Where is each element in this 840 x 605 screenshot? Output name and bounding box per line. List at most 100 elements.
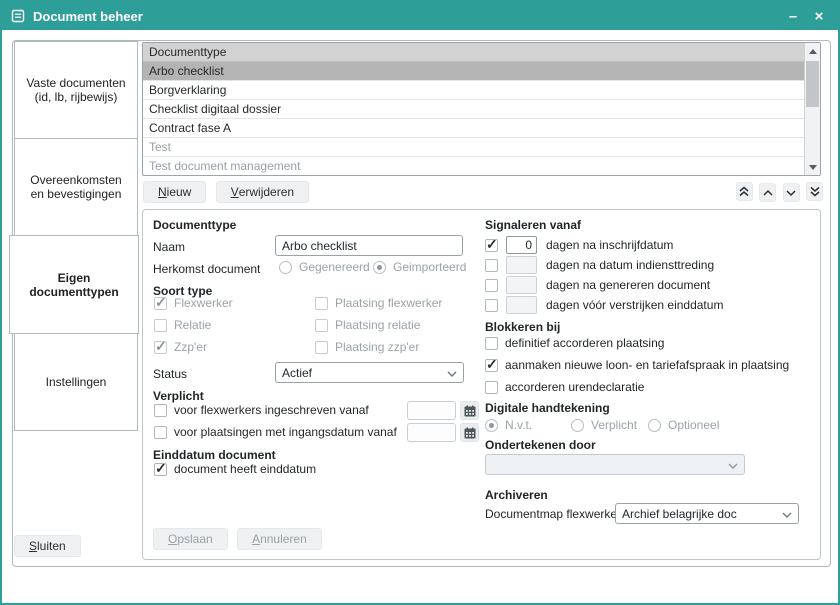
opslaan-button[interactable]: Opslaan [153,528,228,550]
annuleren-button[interactable]: Annuleren [237,528,322,550]
tab-label: Eigen documenttypen [18,271,130,299]
verwijderen-button[interactable]: Verwijderen [216,181,309,203]
scroll-up-icon[interactable] [805,44,820,58]
radio-verplicht[interactable]: Verplicht [571,418,637,432]
checkbox-box[interactable] [154,426,167,439]
checkbox-document-einddatum[interactable]: document heeft einddatum [154,462,316,476]
button-label: O [168,532,177,546]
sluiten-button[interactable]: Sluiten [14,535,81,557]
tab-vaste-documenten[interactable]: Vaste documenten (id, lb, rijbewijs) [14,41,138,139]
tab-overeenkomsten[interactable]: Overeenkomsten en bevestigingen [14,138,138,236]
checkbox-label: definitief accorderen plaatsing [505,336,664,350]
dagen-verstrijken-input[interactable] [506,296,537,314]
checkbox-box[interactable] [315,297,328,310]
date-plaatsingen-vanaf[interactable] [407,423,456,442]
list-item[interactable]: Test [143,138,820,157]
checkbox-box[interactable] [315,319,328,332]
signaleren-label: Signaleren vanaf [485,218,581,232]
move-bottom-button[interactable] [806,182,823,201]
move-top-button[interactable] [736,182,753,201]
checkbox-box[interactable] [154,297,167,310]
checkbox-aanmaken-loon-tariefafspraak[interactable]: aanmaken nieuwe loon- en tariefafspraak … [485,358,789,372]
checkbox-label: Relatie [174,318,211,332]
nieuw-button[interactable]: Nieuw [143,181,206,203]
radio-nvt[interactable]: N.v.t. [485,418,532,432]
radio-label: Geimporteerd [393,260,466,274]
radio-circle[interactable] [571,419,584,432]
radio-circle[interactable] [373,261,386,274]
tab-label: Overeenkomsten en bevestigingen [23,173,129,201]
checkbox-plaatsing-zzper[interactable]: Plaatsing zzp'er [315,340,419,354]
button-label: ieuw [167,185,192,199]
move-down-button[interactable] [783,183,800,202]
calendar-icon[interactable] [460,401,479,420]
list-header: Documenttype [143,43,820,62]
documentmap-select[interactable]: Archief belagrijke doc [615,503,799,524]
checkbox-flexwerker[interactable]: Flexwerker [154,296,233,310]
calendar-icon[interactable] [460,423,479,442]
checkbox-plaatsing-flexwerker[interactable]: Plaatsing flexwerker [315,296,442,310]
checkbox-verplicht-flexwerkers[interactable]: voor flexwerkers ingeschreven vanaf [154,403,369,417]
checkbox-box[interactable] [485,279,498,292]
checkbox-relatie[interactable]: Relatie [154,318,211,332]
button-label: A [252,532,260,546]
list-scrollbar[interactable] [804,43,820,175]
checkbox-plaatsing-relatie[interactable]: Plaatsing relatie [315,318,420,332]
row-label: dagen na inschrijfdatum [546,238,673,252]
checkbox-box[interactable] [315,341,328,354]
radio-geimporteerd[interactable]: Geimporteerd [373,260,466,274]
checkbox-box[interactable] [485,259,498,272]
button-label: nnuleren [260,532,307,546]
archiveren-label: Archiveren [485,488,548,502]
radio-gegenereerd[interactable]: Gegenereerd [279,260,370,274]
button-label: pslaan [177,532,212,546]
checkbox-box[interactable] [154,404,167,417]
ondertekenen-label: Ondertekenen door [485,438,596,452]
tab-eigen-documenttypen[interactable]: Eigen documenttypen [9,235,139,334]
checkbox-accorderen-urendeclaratie[interactable]: accorderen urendeclaratie [485,380,644,394]
list-item[interactable]: Contract fase A [143,119,820,138]
tab-label: Vaste documenten (id, lb, rijbewijs) [23,76,129,104]
tab-label: Instellingen [46,375,107,389]
button-label: erwijderen [239,185,294,199]
radio-optioneel[interactable]: Optioneel [648,418,719,432]
checkbox-label: Plaatsing relatie [335,318,420,332]
checkbox-box[interactable] [485,337,498,350]
checkbox-box[interactable] [154,463,167,476]
move-up-button[interactable] [759,183,776,202]
radio-circle[interactable] [648,419,661,432]
dagen-genereren-input[interactable] [506,276,537,294]
chevron-down-icon [728,458,738,472]
close-button[interactable]: × [806,4,832,28]
status-select[interactable]: Actief [275,362,464,383]
list-item[interactable]: Borgverklaring [143,81,820,100]
blokkeren-label: Blokkeren bij [485,320,560,334]
minimize-button[interactable]: – [780,4,806,28]
date-flexwerkers-vanaf[interactable] [407,401,456,420]
checkbox-box[interactable] [154,319,167,332]
checkbox-box[interactable] [154,341,167,354]
radio-circle[interactable] [279,261,292,274]
tab-instellingen[interactable]: Instellingen [14,333,138,431]
scroll-down-icon[interactable] [805,160,820,174]
checkbox-verplicht-plaatsingen[interactable]: voor plaatsingen met ingangsdatum vanaf [154,425,397,439]
list-item[interactable]: Arbo checklist [143,62,820,81]
button-label: luiten [37,539,66,553]
signaleren-row-indiensttreding: dagen na datum indiensttreding [485,256,714,274]
section-documenttype: Documenttype [153,218,236,232]
checkbox-zzper[interactable]: Zzp'er [154,340,207,354]
ondertekenen-select[interactable] [485,454,745,475]
checkbox-box[interactable] [485,239,498,252]
scrollbar-thumb[interactable] [806,61,819,107]
dagen-indiensttreding-input[interactable] [506,256,537,274]
checkbox-box[interactable] [485,359,498,372]
list-item[interactable]: Test document management [143,157,820,176]
naam-input[interactable] [275,235,463,256]
checkbox-box[interactable] [485,299,498,312]
checkbox-definitief-accorderen[interactable]: definitief accorderen plaatsing [485,336,664,350]
radio-circle[interactable] [485,419,498,432]
dagen-inschrijfdatum-input[interactable] [506,236,537,254]
list-item[interactable]: Checklist digitaal dossier [143,100,820,119]
chevron-down-icon [447,366,457,380]
checkbox-box[interactable] [485,381,498,394]
